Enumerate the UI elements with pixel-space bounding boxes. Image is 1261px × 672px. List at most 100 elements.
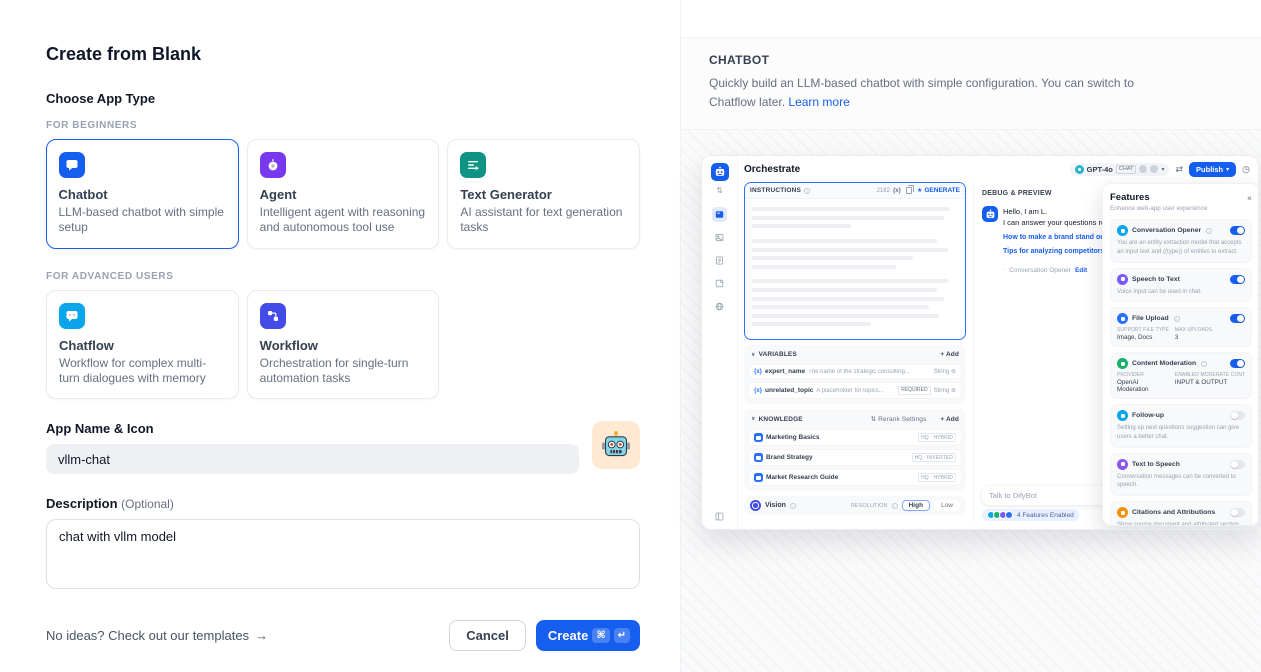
resolution-high-button: High (902, 500, 930, 511)
compare-models-icon: ⇄ (1175, 164, 1183, 175)
app-type-card-agent[interactable]: Agent Intelligent agent with reasoning a… (247, 139, 440, 249)
create-button[interactable]: Create ⌘ ↵ (536, 620, 640, 651)
instructions-skeleton (745, 199, 965, 334)
text-to-speech-icon (1117, 459, 1128, 470)
exchange-icon: ⇅ (716, 186, 723, 195)
preview-config-column: INSTRUCTIONS 2182 {x} ★ GENERATE (744, 182, 966, 523)
knowledge-row: Market Research Guide HQ · HYBRID (748, 469, 962, 486)
app-type-name: Text Generator (460, 187, 627, 202)
instructions-panel: INSTRUCTIONS 2182 {x} ★ GENERATE (744, 182, 966, 340)
add-variable-button: + Add (940, 351, 959, 358)
edit-opener-link: Edit (1075, 266, 1087, 276)
feature-text-to-speech: Text to Speech Conversation messages can… (1110, 453, 1252, 496)
info-icon (1174, 316, 1180, 322)
for-beginners-label: FOR BEGINNERS (46, 120, 640, 131)
history-icon: ◷ (1242, 164, 1250, 175)
app-type-info-panel: CHATBOT Quickly build an LLM-based chatb… (680, 0, 1261, 672)
app-type-name: Chatbot (59, 187, 227, 202)
model-selector-chip: GPT-4o CHAT ▾ (1070, 163, 1170, 176)
app-type-name: Chatflow (59, 338, 226, 353)
toggle-off (1230, 508, 1245, 517)
collapse-panel-icon (715, 512, 724, 521)
create-app-modal: Create from Blank Choose App Type FOR BE… (0, 0, 1261, 672)
spark-icon: ★ (917, 187, 922, 194)
app-type-card-chatbot[interactable]: Chatbot LLM-based chatbot with simple se… (46, 139, 239, 249)
preview-area: ⇅ (681, 129, 1261, 672)
vision-row: Vision RESOLUTION High Low (744, 496, 966, 515)
info-icon (892, 503, 898, 509)
page-title: Create from Blank (46, 44, 640, 65)
note-nav-icon (712, 276, 727, 291)
model-param-icon (1150, 165, 1158, 173)
templates-link[interactable]: No ideas? Check out our templates → (46, 628, 268, 643)
chatbot-preview-image: ⇅ (701, 155, 1259, 530)
toggle-on (1230, 314, 1245, 323)
toggle-on (1230, 359, 1245, 368)
image-nav-icon (712, 230, 727, 245)
app-type-card-workflow[interactable]: Workflow Orchestration for single-turn a… (247, 290, 440, 400)
variable-icon: {x} (754, 388, 762, 394)
conversation-opener-icon (1117, 225, 1128, 236)
follow-up-icon (1117, 410, 1128, 421)
generate-button: ★ GENERATE (917, 187, 960, 194)
variable-row: {x} unrelated_topic A placeholder for to… (748, 382, 962, 399)
robot-emoji-icon (601, 430, 631, 460)
app-type-card-text-generator[interactable]: Text Generator AI assistant for text gen… (447, 139, 640, 249)
rerank-icon: ⇅ (871, 415, 877, 423)
model-param-icon (1139, 165, 1147, 173)
app-type-desc: AI assistant for text generation tasks (460, 205, 627, 236)
variable-row: {x} expert_name The name of the strategi… (748, 364, 962, 379)
app-type-card-chatflow[interactable]: Chatflow Workflow for complex multi-turn… (46, 290, 239, 400)
arrow-right-icon: → (255, 628, 268, 643)
info-icon (790, 503, 796, 509)
info-icon (1201, 361, 1207, 367)
app-type-desc: Workflow for complex multi-turn dialogue… (59, 356, 226, 387)
for-advanced-users-label: FOR ADVANCED USERS (46, 271, 640, 282)
app-icon-picker[interactable] (592, 421, 640, 469)
app-avatar-icon (711, 163, 729, 181)
feature-file-upload: File Upload SUPPORT FILE TYPES MAX UPLOA… (1110, 307, 1252, 347)
settings-nav-icon (712, 299, 727, 314)
knowledge-row: Brand Strategy HQ · INVERTED (748, 449, 962, 466)
app-name-label: App Name & Icon (46, 421, 580, 436)
right-top-strip (681, 0, 1261, 38)
feature-content-moderation: Content Moderation PROVIDER ENABLED MODE… (1110, 352, 1252, 399)
cmd-key-icon: ⌘ (592, 628, 609, 643)
features-enabled-badge: 4 Features Enabled (982, 509, 1079, 521)
app-type-desc: LLM-based chatbot with simple setup (59, 205, 227, 236)
preview-sidebar: ⇅ (702, 156, 738, 529)
feature-follow-up: Follow-up Setting up next questions sugg… (1110, 404, 1252, 447)
dataset-icon (754, 433, 763, 442)
variables-panel: ∨ VARIABLES + Add {x} expert_name The na… (744, 345, 966, 404)
citations-icon (1117, 507, 1128, 518)
bot-avatar-icon (982, 206, 998, 222)
suggestion-link: How to make a brand stand out? (1003, 233, 1111, 244)
create-form-panel: Create from Blank Choose App Type FOR BE… (0, 0, 680, 672)
chatbot-icon (59, 152, 85, 178)
feature-conversation-opener: Conversation Opener You are an entity ex… (1110, 219, 1252, 262)
add-knowledge-button: + Add (940, 416, 959, 423)
document-nav-icon (712, 253, 727, 268)
app-name-input[interactable] (46, 444, 579, 474)
chatflow-icon (59, 303, 85, 329)
cancel-button[interactable]: Cancel (449, 620, 526, 651)
app-type-name: Agent (260, 187, 427, 202)
chevron-icon: ∨ (751, 416, 756, 422)
variable-icon: {x} (893, 188, 901, 194)
app-type-description: Quickly build an LLM-based chatbot with … (709, 74, 1154, 111)
knowledge-row: Marketing Basics HQ · HYBRID (748, 429, 962, 446)
chevron-icon: ∨ (751, 352, 756, 358)
feature-citations: Citations and Attributions Show source d… (1110, 501, 1252, 526)
text-generator-icon (460, 152, 486, 178)
model-provider-icon (1075, 165, 1084, 174)
beginner-app-types: Chatbot LLM-based chatbot with simple se… (46, 139, 640, 249)
close-icon: × (1247, 193, 1252, 203)
vision-icon (750, 500, 761, 511)
description-input[interactable]: chat with vllm model (46, 519, 640, 589)
info-icon (1206, 228, 1212, 234)
dataset-icon (754, 453, 763, 462)
app-type-desc: Orchestration for single-turn automation… (260, 356, 427, 387)
feature-speech-to-text: Speech to Text Voice input can be used i… (1110, 268, 1252, 303)
copy-icon (906, 187, 912, 194)
learn-more-link[interactable]: Learn more (788, 95, 849, 109)
